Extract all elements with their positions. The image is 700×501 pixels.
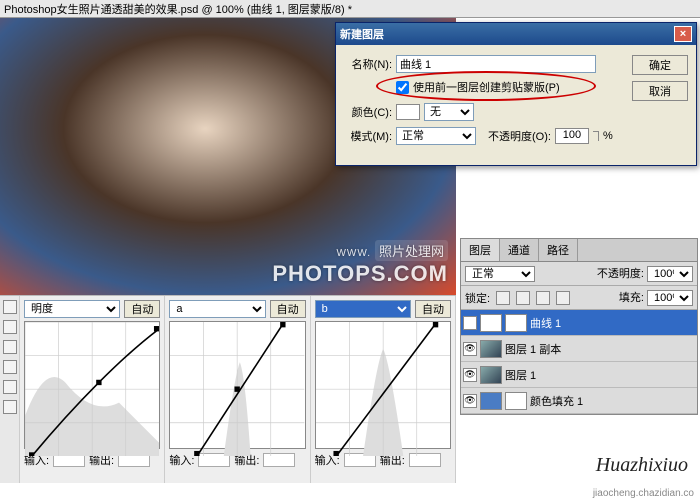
opacity-input[interactable]: 100: [555, 128, 589, 144]
layer-row-copy[interactable]: 👁 图层 1 副本: [461, 336, 697, 362]
lock-label: 锁定:: [465, 290, 490, 306]
curve-panel-b: b 自动 输入:输出:: [311, 296, 456, 483]
color-swatch[interactable]: [396, 104, 420, 120]
pencil-icon[interactable]: [3, 360, 17, 374]
lock-all-icon[interactable]: [556, 291, 570, 305]
auto-button[interactable]: 自动: [124, 300, 160, 318]
dialog-title-bar[interactable]: 新建图层 ×: [336, 23, 696, 45]
mode-select[interactable]: 正常: [396, 127, 476, 145]
tab-channels[interactable]: 通道: [500, 239, 539, 261]
layer-thumb-icon: [480, 314, 502, 332]
visibility-icon[interactable]: 👁: [463, 394, 477, 408]
layer-opacity-input[interactable]: 100%: [647, 266, 693, 282]
channel-select-a[interactable]: a: [169, 300, 265, 318]
auto-button[interactable]: 自动: [415, 300, 451, 318]
lock-position-icon[interactable]: [536, 291, 550, 305]
new-layer-dialog: 新建图层 × 确定 取消 名称(N): 使用前一图层创建剪贴蒙版(P) 颜色(C…: [335, 22, 697, 166]
opacity-unit: %: [603, 130, 613, 142]
fill-input[interactable]: 100%: [647, 290, 693, 306]
footer-credit: jiaocheng.chazidian.co: [0, 486, 700, 501]
layer-name: 颜色填充 1: [530, 393, 583, 409]
color-label: 颜色(C):: [344, 104, 392, 120]
fill-label: 填充:: [619, 292, 644, 304]
channel-select-lightness[interactable]: 明度: [24, 300, 120, 318]
smooth-icon[interactable]: [3, 380, 17, 394]
visibility-icon[interactable]: 👁: [463, 316, 477, 330]
lock-transparency-icon[interactable]: [496, 291, 510, 305]
layer-thumb-icon: [480, 340, 502, 358]
layer-list: 👁 曲线 1 👁 图层 1 副本 👁 图层 1 👁 颜色填充 1: [461, 310, 697, 414]
watermark: WWW.照片处理网 PHOTOPS.COM: [272, 240, 448, 287]
channel-select-b[interactable]: b: [315, 300, 411, 318]
close-icon[interactable]: ×: [674, 26, 692, 42]
auto-button[interactable]: 自动: [270, 300, 306, 318]
layer-row-layer1[interactable]: 👁 图层 1: [461, 362, 697, 388]
clip-mask-checkbox[interactable]: [396, 81, 409, 94]
curve-panel-a: a 自动 输入:输出:: [165, 296, 310, 483]
signature: Huazhixiuo: [596, 454, 688, 477]
layer-name: 图层 1 副本: [505, 341, 561, 357]
opacity-label: 不透明度(O):: [488, 128, 551, 144]
tab-paths[interactable]: 路径: [539, 239, 578, 261]
curve-icon[interactable]: [3, 400, 17, 414]
layers-panel: 图层 通道 路径 正常 不透明度: 100% 锁定: 填充: 100% 👁 曲线…: [460, 238, 698, 415]
layer-row-curves-1[interactable]: 👁 曲线 1: [461, 310, 697, 336]
color-select[interactable]: 无: [424, 103, 474, 121]
dialog-title: 新建图层: [340, 26, 384, 42]
clip-mask-label: 使用前一图层创建剪贴蒙版(P): [413, 79, 560, 95]
panel-tabs: 图层 通道 路径: [461, 239, 697, 262]
visibility-icon[interactable]: 👁: [463, 368, 477, 382]
layer-thumb-icon: [480, 392, 502, 410]
eyedropper-minus-icon[interactable]: [3, 340, 17, 354]
layer-name: 图层 1: [505, 367, 536, 383]
curve-graph-b[interactable]: [315, 321, 451, 449]
curve-graph-lightness[interactable]: [24, 321, 160, 449]
curves-tools: [0, 296, 20, 483]
opacity-label: 不透明度:: [597, 268, 644, 280]
lock-pixels-icon[interactable]: [516, 291, 530, 305]
layer-thumb-icon: [480, 366, 502, 384]
name-input[interactable]: [396, 55, 596, 73]
layer-name: 曲线 1: [530, 315, 561, 331]
curve-graph-a[interactable]: [169, 321, 305, 449]
eyedropper-icon[interactable]: [3, 300, 17, 314]
visibility-icon[interactable]: 👁: [463, 342, 477, 356]
layer-row-colorfill[interactable]: 👁 颜色填充 1: [461, 388, 697, 414]
layer-mask-thumb: [505, 314, 527, 332]
ok-button[interactable]: 确定: [632, 55, 688, 75]
name-label: 名称(N):: [344, 56, 392, 72]
layer-mask-thumb: [505, 392, 527, 410]
eyedropper-plus-icon[interactable]: [3, 320, 17, 334]
mode-label: 模式(M):: [344, 128, 392, 144]
curves-adjustment-strip: 明度 自动 输入:输出: a 自动 输入:输出:: [0, 295, 456, 483]
opacity-slider-icon[interactable]: [593, 131, 599, 141]
document-title-bar: Photoshop女生照片通透甜美的效果.psd @ 100% (曲线 1, 图…: [0, 0, 700, 18]
document-title: Photoshop女生照片通透甜美的效果.psd @ 100% (曲线 1, 图…: [4, 1, 352, 17]
blend-mode-select[interactable]: 正常: [465, 266, 535, 282]
tab-layers[interactable]: 图层: [461, 239, 500, 261]
curve-panel-lightness: 明度 自动 输入:输出:: [20, 296, 165, 483]
